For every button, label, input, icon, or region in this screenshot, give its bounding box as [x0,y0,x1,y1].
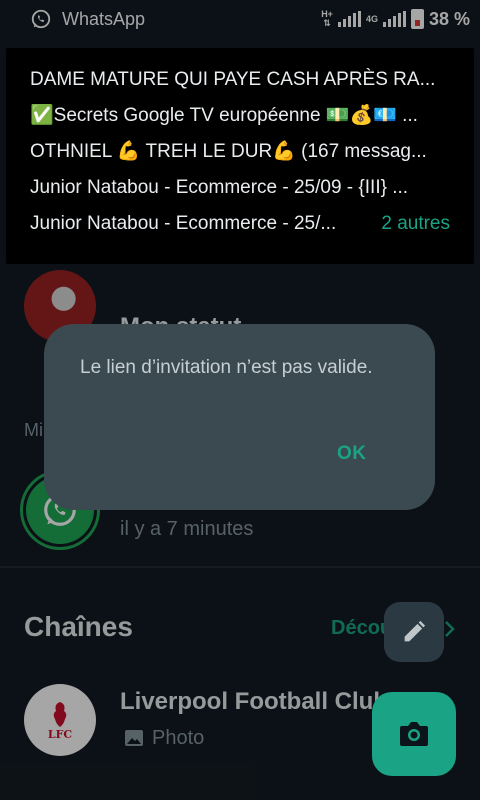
notification-line: Junior Natabou - Ecommerce - 25/09 - {II… [30,177,409,198]
camera-icon [400,722,428,746]
notification-line: OTHNIEL 💪 TREH LE DUR💪 (167 messag... [30,141,427,162]
notification-line-text: Junior Natabou - Ecommerce - 25/... [30,213,337,234]
ok-button[interactable]: OK [337,443,367,465]
pencil-icon [404,620,426,642]
notification-more-count[interactable]: 2 autres [381,206,450,242]
notification-line: ✅Secrets Google TV européenne 💵💰💶 ... [30,105,418,126]
edit-status-button[interactable] [384,602,444,662]
notification-line: DAME MATURE QUI PAYE CASH APRÈS RA... [30,69,436,90]
notification-line-last: Junior Natabou - Ecommerce - 25/... 2 au… [30,206,450,242]
notification-card[interactable]: DAME MATURE QUI PAYE CASH APRÈS RA... ✅S… [6,48,474,264]
camera-status-button[interactable] [372,692,456,776]
invalid-invite-dialog: Le lien d’invitation n’est pas valide. O… [44,324,435,510]
dialog-message: Le lien d’invitation n’est pas valide. [80,357,373,378]
